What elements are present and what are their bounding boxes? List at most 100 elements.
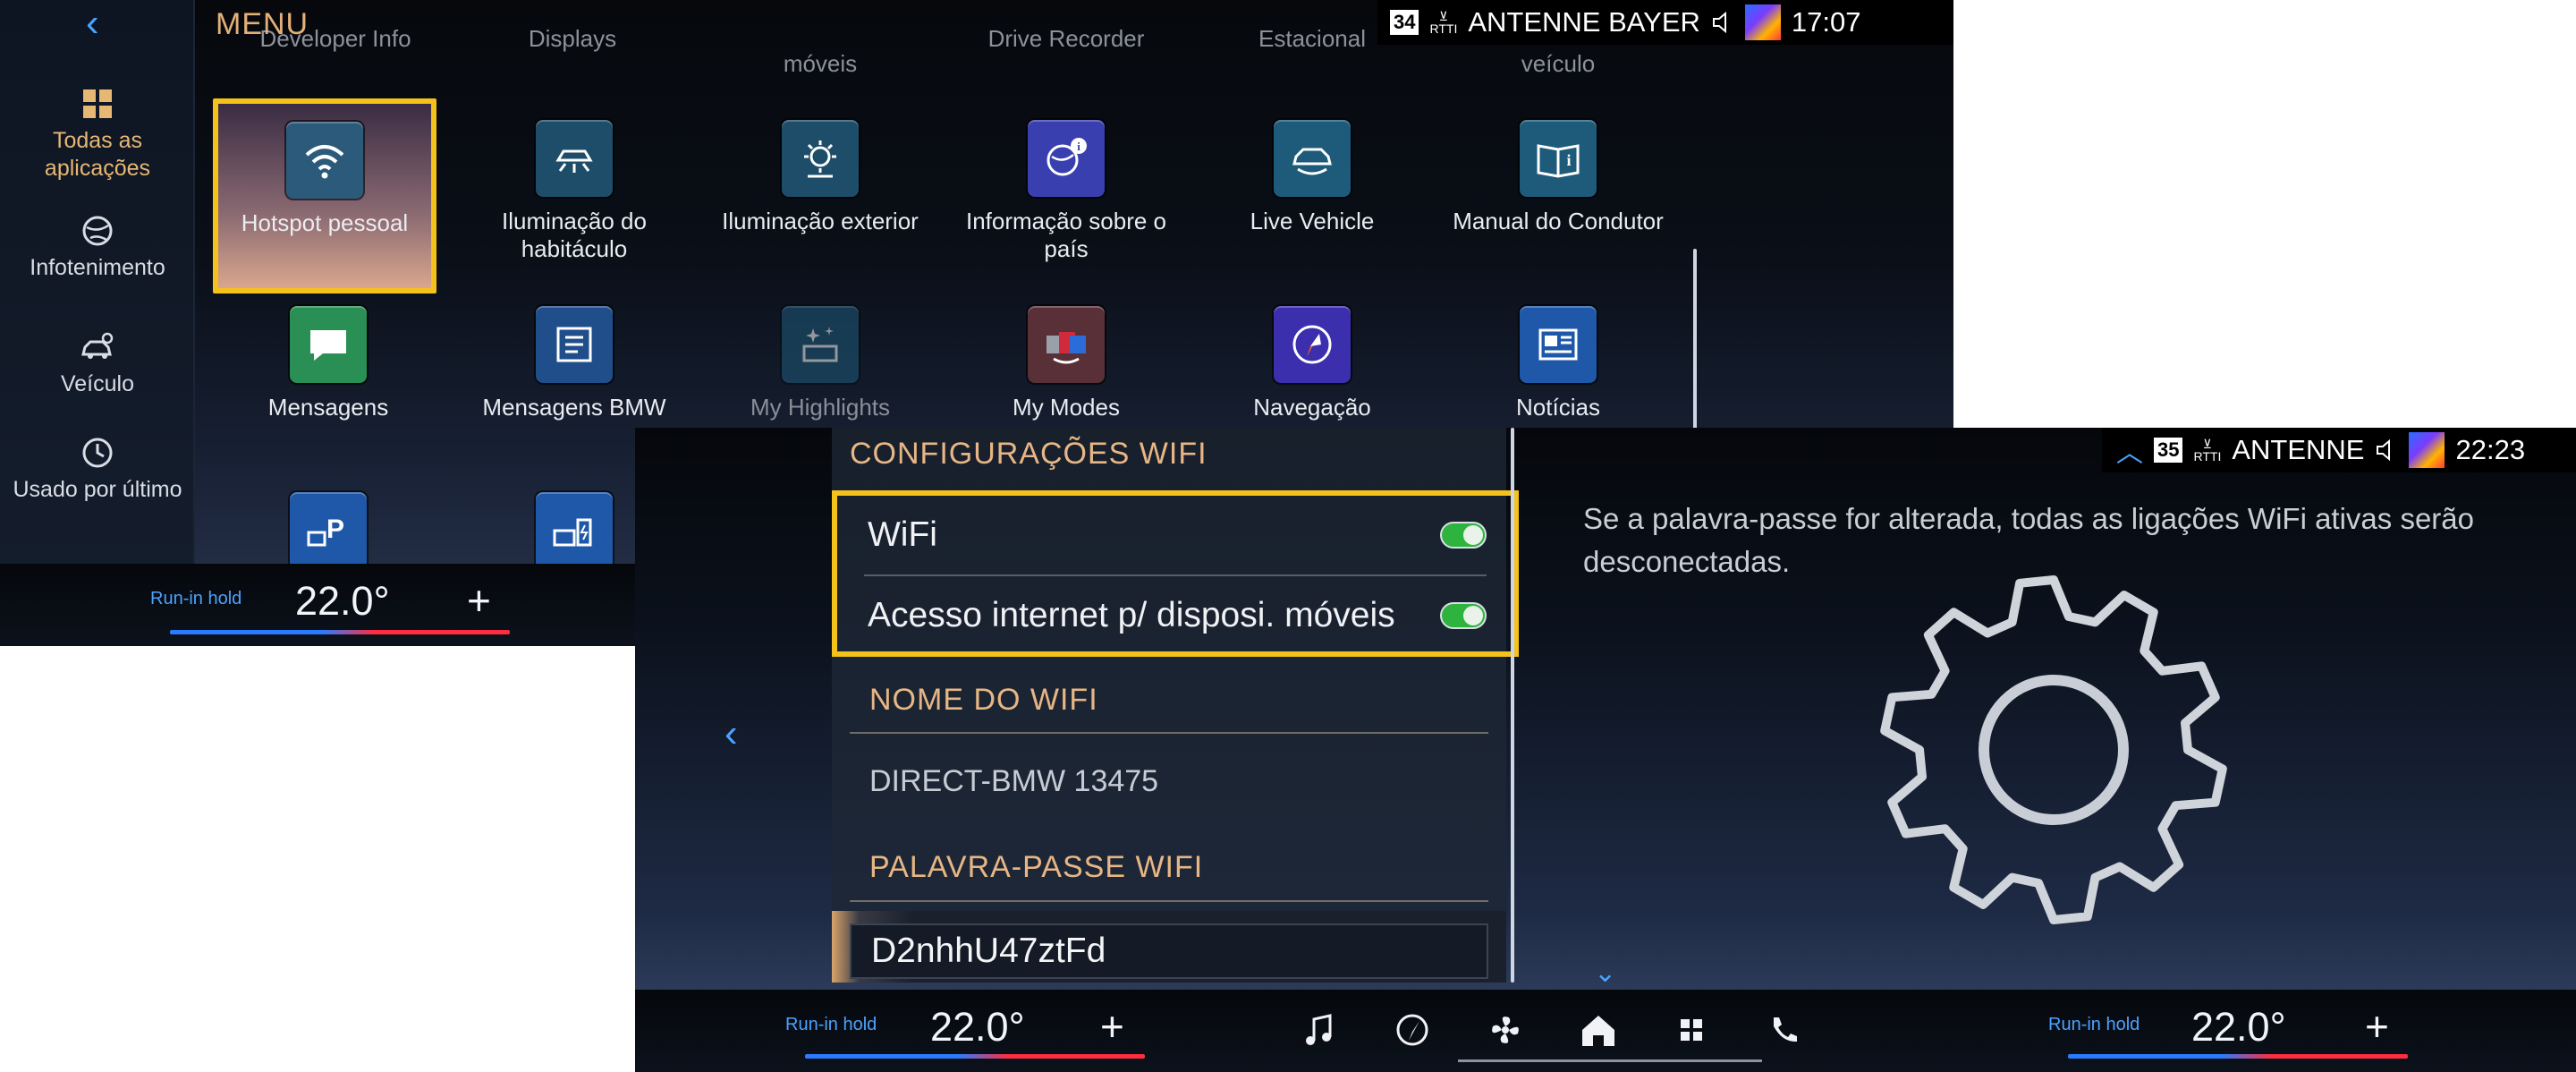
- app-label: Navegação: [1253, 394, 1371, 421]
- rds-indicator: ⊻ RTTI: [2193, 437, 2222, 464]
- ghost-app-label: Developer Info: [259, 25, 411, 52]
- parking-icon: P: [290, 492, 367, 569]
- temperature-indicator: [805, 1054, 1145, 1059]
- temperature-display[interactable]: 22.0°: [2191, 1004, 2286, 1051]
- chevron-up-icon[interactable]: ︿: [2116, 430, 2143, 470]
- sidebar-item-label: Usado por último: [13, 477, 182, 502]
- svg-text:i: i: [1566, 151, 1571, 169]
- temperature-display[interactable]: 22.0°: [930, 1004, 1025, 1051]
- history-icon: [82, 438, 113, 468]
- clock: 22:23: [2455, 434, 2526, 465]
- sidebar-item-all-apps[interactable]: Todas as aplicações: [0, 86, 195, 183]
- sidebar-item-infotainment[interactable]: Infotenimento: [0, 213, 195, 282]
- volume-icon: [1712, 11, 1726, 34]
- app-label: Iluminação do habitáculo: [502, 208, 647, 262]
- app-label: Live Vehicle: [1250, 208, 1375, 234]
- apps-grid-icon: [83, 89, 112, 118]
- app-label: Iluminação exterior: [722, 208, 919, 234]
- scroll-down-icon[interactable]: ⌄: [1594, 957, 1616, 989]
- app-hotspot[interactable]: Hotspot pessoal: [213, 98, 436, 294]
- climate-bar: Run-in hold 22.0° +: [0, 564, 635, 646]
- app-navigation[interactable]: Navegação: [1200, 306, 1424, 421]
- wifi-icon: [286, 122, 363, 199]
- sidebar-item-recent[interactable]: Usado por último: [0, 435, 195, 504]
- app-news[interactable]: Notícias: [1446, 306, 1670, 421]
- live-vehicle-icon: [1274, 120, 1351, 197]
- back-button[interactable]: ‹: [86, 4, 99, 43]
- wifi-settings-screen: ‹ CONFIGURAÇÕES WIFI WiFi Acesso interne…: [635, 428, 2576, 1072]
- globe-music-icon: [82, 216, 113, 246]
- station-name: ANTENNE BAYER: [1468, 6, 1700, 38]
- apps-icon[interactable]: [1669, 1008, 1714, 1052]
- app-live-vehicle[interactable]: Live Vehicle: [1200, 120, 1424, 235]
- temperature-indicator: [2068, 1054, 2408, 1059]
- car-settings-icon: [81, 332, 114, 359]
- temperature-plus-button[interactable]: +: [2365, 1006, 2389, 1047]
- run-in-hold-label[interactable]: Run-in hold: [2048, 1015, 2140, 1035]
- news-icon: [1520, 306, 1597, 383]
- ghost-app-label: Drive Recorder: [987, 25, 1145, 52]
- sidebar-item-label: Infotenimento: [30, 255, 165, 280]
- run-in-hold-label[interactable]: Run-in hold: [150, 589, 242, 609]
- sidebar: ‹ Todas as aplicações Infotenimento Veíc…: [0, 0, 195, 564]
- app-driver-manual[interactable]: i Manual do Condutor: [1446, 120, 1670, 235]
- app-label: Mensagens BMW: [482, 394, 666, 421]
- fan-icon[interactable]: [1483, 1008, 1528, 1052]
- app-label: Notícias: [1516, 394, 1600, 421]
- panel-title: CONFIGURAÇÕES WIFI: [850, 437, 1208, 471]
- phone-icon[interactable]: [1762, 1008, 1807, 1052]
- app-my-modes[interactable]: My Modes: [954, 306, 1178, 421]
- app-country-info[interactable]: i Informação sobre o país: [954, 120, 1178, 263]
- app-exterior-lighting[interactable]: Iluminação exterior: [708, 120, 932, 235]
- toggle-label: Acesso internet p/ disposi. móveis: [868, 596, 1395, 634]
- wifi-switch[interactable]: [1440, 522, 1487, 549]
- channel-badge: 34: [1390, 10, 1419, 35]
- divider: [850, 732, 1488, 734]
- run-in-hold-label[interactable]: Run-in hold: [785, 1015, 877, 1035]
- svg-text:P: P: [326, 515, 344, 544]
- app-label: My Modes: [1013, 394, 1120, 421]
- app-bmw-messages[interactable]: Mensagens BMW: [462, 306, 686, 421]
- status-bar: 34 ⊻ RTTI ANTENNE BAYER 17:07: [1377, 0, 1953, 45]
- app-label: Manual do Condutor: [1453, 208, 1664, 234]
- exterior-light-icon: [782, 120, 859, 197]
- temperature-display[interactable]: 22.0°: [295, 578, 390, 625]
- wifi-name-value[interactable]: DIRECT-BMW 13475: [869, 764, 1158, 799]
- my-modes-icon: [1028, 306, 1105, 383]
- bmw-messages-icon: [536, 306, 613, 383]
- app-my-highlights[interactable]: My Highlights: [708, 306, 932, 421]
- toggle-label: WiFi: [868, 515, 937, 554]
- navigation-icon[interactable]: [1390, 1008, 1435, 1052]
- dock-home-indicator: [1458, 1059, 1762, 1062]
- temperature-plus-button[interactable]: +: [467, 580, 491, 621]
- svg-text:i: i: [1077, 140, 1080, 153]
- country-info-icon: i: [1028, 120, 1105, 197]
- app-label: My Highlights: [750, 394, 891, 421]
- app-cabin-lighting[interactable]: Iluminação do habitáculo: [462, 120, 686, 263]
- music-icon[interactable]: [1297, 1008, 1342, 1052]
- temperature-plus-button[interactable]: +: [1100, 1006, 1124, 1047]
- home-icon[interactable]: [1576, 1008, 1621, 1052]
- back-button[interactable]: ‹: [724, 714, 738, 753]
- wifi-toggle-row[interactable]: WiFi: [837, 496, 1513, 574]
- highlights-icon: [782, 306, 859, 383]
- rds-indicator: ⊻ RTTI: [1429, 9, 1458, 36]
- sidebar-item-vehicle[interactable]: Veículo: [0, 329, 195, 398]
- wifi-toggle-group: WiFi Acesso internet p/ disposi. móveis: [832, 490, 1519, 657]
- app-messages[interactable]: Mensagens: [216, 306, 440, 421]
- divider: [850, 900, 1488, 902]
- cabin-light-icon: [536, 120, 613, 197]
- wifi-password-field[interactable]: D2nhhU47ztFd: [850, 923, 1488, 979]
- wifi-name-header: NOME DO WIFI: [869, 683, 1098, 717]
- app-label: Hotspot pessoal: [241, 209, 409, 236]
- volume-icon: [2377, 438, 2391, 462]
- gear-icon: [1880, 575, 2227, 924]
- internet-sharing-switch[interactable]: [1440, 602, 1487, 629]
- sidebar-item-label: Veículo: [60, 371, 134, 396]
- temperature-indicator: [170, 630, 510, 634]
- internet-sharing-toggle-row[interactable]: Acesso internet p/ disposi. móveis: [837, 576, 1513, 655]
- rds-label: RTTI: [2193, 449, 2222, 464]
- station-name: ANTENNE: [2232, 434, 2365, 465]
- scrollbar[interactable]: [1511, 428, 1514, 983]
- ghost-app-label: Displays: [528, 25, 617, 52]
